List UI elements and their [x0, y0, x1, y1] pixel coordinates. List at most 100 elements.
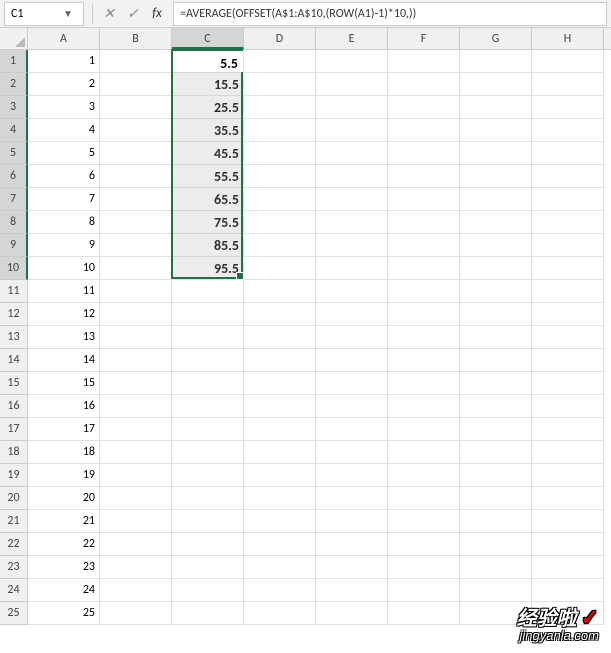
- cell[interactable]: [460, 533, 532, 556]
- cell[interactable]: [532, 556, 604, 579]
- cell[interactable]: [388, 96, 460, 119]
- cell[interactable]: [244, 257, 316, 280]
- cell[interactable]: [316, 464, 388, 487]
- row-header[interactable]: 14: [0, 349, 28, 372]
- cell[interactable]: [316, 533, 388, 556]
- cell[interactable]: [532, 73, 604, 96]
- cell[interactable]: [316, 349, 388, 372]
- cell[interactable]: [532, 487, 604, 510]
- cell[interactable]: 14: [28, 349, 100, 372]
- cell[interactable]: [316, 395, 388, 418]
- cell[interactable]: [388, 211, 460, 234]
- row-header[interactable]: 9: [0, 234, 28, 257]
- cell[interactable]: [244, 487, 316, 510]
- cell[interactable]: 4: [28, 119, 100, 142]
- cell[interactable]: [460, 326, 532, 349]
- cell[interactable]: [316, 602, 388, 625]
- row-header[interactable]: 22: [0, 533, 28, 556]
- cell[interactable]: [100, 142, 172, 165]
- cell[interactable]: [316, 372, 388, 395]
- cell[interactable]: 25: [28, 602, 100, 625]
- check-icon[interactable]: ✓: [121, 2, 145, 26]
- cell[interactable]: [388, 441, 460, 464]
- row-header[interactable]: 21: [0, 510, 28, 533]
- cell[interactable]: [460, 487, 532, 510]
- cell[interactable]: [172, 326, 244, 349]
- cancel-icon[interactable]: ✕: [97, 2, 121, 26]
- cell[interactable]: 1: [28, 50, 100, 73]
- cell[interactable]: [100, 441, 172, 464]
- cell[interactable]: [532, 50, 604, 73]
- cell[interactable]: [100, 395, 172, 418]
- cell[interactable]: 2: [28, 73, 100, 96]
- cell[interactable]: [388, 280, 460, 303]
- cell[interactable]: 5.5: [172, 50, 244, 73]
- select-all-corner[interactable]: [0, 28, 28, 49]
- cell[interactable]: [316, 142, 388, 165]
- cell[interactable]: [244, 510, 316, 533]
- cell[interactable]: 6: [28, 165, 100, 188]
- cell[interactable]: 85.5: [172, 234, 244, 257]
- cell[interactable]: [100, 349, 172, 372]
- cell[interactable]: [388, 73, 460, 96]
- cell[interactable]: [100, 188, 172, 211]
- cell[interactable]: [532, 211, 604, 234]
- cell[interactable]: [244, 165, 316, 188]
- cell[interactable]: 20: [28, 487, 100, 510]
- cell[interactable]: [388, 119, 460, 142]
- row-header[interactable]: 25: [0, 602, 28, 625]
- cell[interactable]: [100, 487, 172, 510]
- cell[interactable]: [460, 395, 532, 418]
- cell[interactable]: [100, 50, 172, 73]
- cell[interactable]: [172, 556, 244, 579]
- cell[interactable]: [172, 418, 244, 441]
- cell[interactable]: [100, 326, 172, 349]
- cell[interactable]: [172, 510, 244, 533]
- cell[interactable]: 75.5: [172, 211, 244, 234]
- cell[interactable]: [172, 533, 244, 556]
- cell[interactable]: 5: [28, 142, 100, 165]
- cell[interactable]: [172, 280, 244, 303]
- cell[interactable]: [532, 234, 604, 257]
- cell[interactable]: [244, 234, 316, 257]
- cell[interactable]: [532, 119, 604, 142]
- cell[interactable]: 55.5: [172, 165, 244, 188]
- row-header[interactable]: 4: [0, 119, 28, 142]
- cell[interactable]: [172, 395, 244, 418]
- cell[interactable]: [244, 418, 316, 441]
- cell[interactable]: 10: [28, 257, 100, 280]
- cell[interactable]: 7: [28, 188, 100, 211]
- cell[interactable]: [316, 303, 388, 326]
- cell[interactable]: 11: [28, 280, 100, 303]
- cell[interactable]: [388, 142, 460, 165]
- cell[interactable]: [460, 119, 532, 142]
- cell[interactable]: [244, 464, 316, 487]
- cell[interactable]: [244, 73, 316, 96]
- chevron-down-icon[interactable]: ▼: [59, 7, 77, 20]
- cell[interactable]: [172, 579, 244, 602]
- cell[interactable]: [388, 234, 460, 257]
- cell[interactable]: 16: [28, 395, 100, 418]
- cell[interactable]: [244, 349, 316, 372]
- col-header-f[interactable]: F: [388, 28, 460, 49]
- cell[interactable]: [100, 533, 172, 556]
- cell[interactable]: [388, 602, 460, 625]
- cell[interactable]: [244, 533, 316, 556]
- cell[interactable]: [388, 579, 460, 602]
- cell[interactable]: [460, 579, 532, 602]
- cell[interactable]: [460, 257, 532, 280]
- cell[interactable]: [316, 188, 388, 211]
- cell[interactable]: 21: [28, 510, 100, 533]
- cell[interactable]: [316, 73, 388, 96]
- col-header-b[interactable]: B: [100, 28, 172, 49]
- row-header[interactable]: 20: [0, 487, 28, 510]
- cell[interactable]: [316, 211, 388, 234]
- row-header[interactable]: 11: [0, 280, 28, 303]
- cell[interactable]: [388, 510, 460, 533]
- cell[interactable]: [316, 326, 388, 349]
- cell[interactable]: [460, 303, 532, 326]
- cell[interactable]: [172, 464, 244, 487]
- row-header[interactable]: 8: [0, 211, 28, 234]
- cell[interactable]: [316, 257, 388, 280]
- cell[interactable]: [100, 96, 172, 119]
